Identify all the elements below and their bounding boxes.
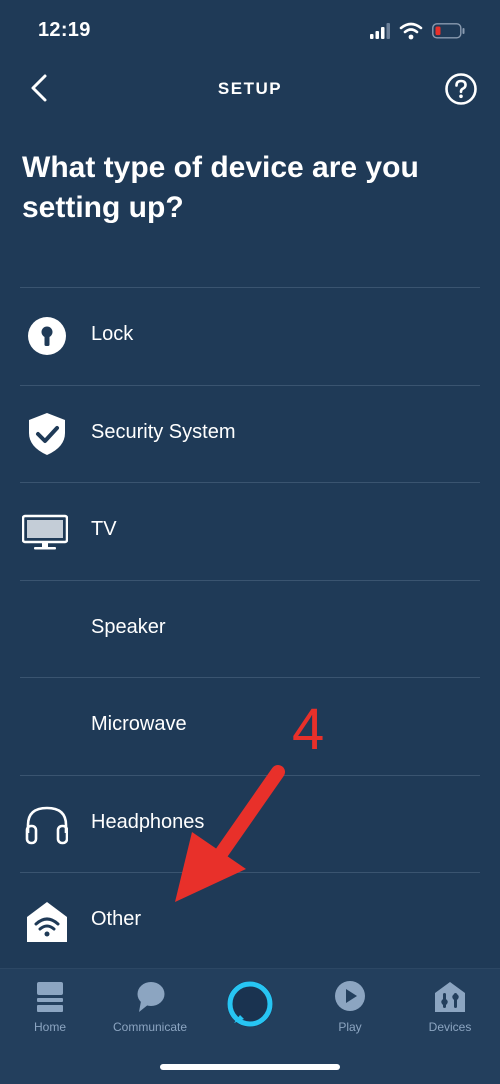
device-option-label: Other <box>91 908 142 930</box>
tab-home[interactable]: Home <box>0 969 100 1039</box>
devices-icon <box>435 982 465 1012</box>
tv-icon <box>22 514 68 550</box>
device-option-lock[interactable]: Lock <box>20 288 480 386</box>
device-option-tv[interactable]: TV <box>20 483 480 581</box>
wifi-icon <box>399 22 423 40</box>
device-option-label: Security System <box>91 420 236 443</box>
help-icon[interactable] <box>444 72 478 106</box>
smart-home-wifi-icon <box>27 902 67 942</box>
home-indicator <box>160 1064 340 1070</box>
tab-communicate[interactable]: Communicate <box>100 969 200 1039</box>
device-option-security-system[interactable]: Security System <box>20 386 480 483</box>
status-icons <box>370 22 465 40</box>
play-icon <box>335 981 365 1011</box>
device-option-label: Speaker <box>91 615 166 638</box>
tab-label: Communicate <box>112 1020 188 1034</box>
tab-label: Devices <box>428 1020 472 1034</box>
status-time: 12:19 <box>38 19 91 41</box>
device-option-speaker[interactable]: Speaker <box>20 581 480 678</box>
cellular-signal-icon <box>370 23 390 39</box>
shield-check-icon <box>29 412 65 455</box>
page-header-title: SETUP <box>217 79 283 98</box>
nav-header: SETUP <box>0 62 500 116</box>
battery-icon <box>432 23 465 39</box>
device-option-label: TV <box>91 518 117 540</box>
tab-label: Play <box>338 1020 362 1034</box>
tab-play[interactable]: Play <box>300 969 400 1039</box>
device-option-label: Lock <box>91 323 134 345</box>
home-icon <box>37 982 63 1012</box>
annotation-step-number: 4 <box>292 697 325 762</box>
lock-icon <box>28 317 66 355</box>
page-title: What type of device are you setting up? <box>22 151 419 224</box>
chat-bubble-icon <box>137 982 165 1012</box>
headphones-icon <box>25 806 68 844</box>
annotation-arrow <box>175 765 285 902</box>
tab-label: Home <box>33 1020 66 1034</box>
tab-devices[interactable]: Devices <box>400 969 500 1039</box>
alexa-ring-icon[interactable] <box>222 977 278 1033</box>
device-option-label: Microwave <box>91 713 187 735</box>
status-bar: 12:19 <box>0 0 500 62</box>
